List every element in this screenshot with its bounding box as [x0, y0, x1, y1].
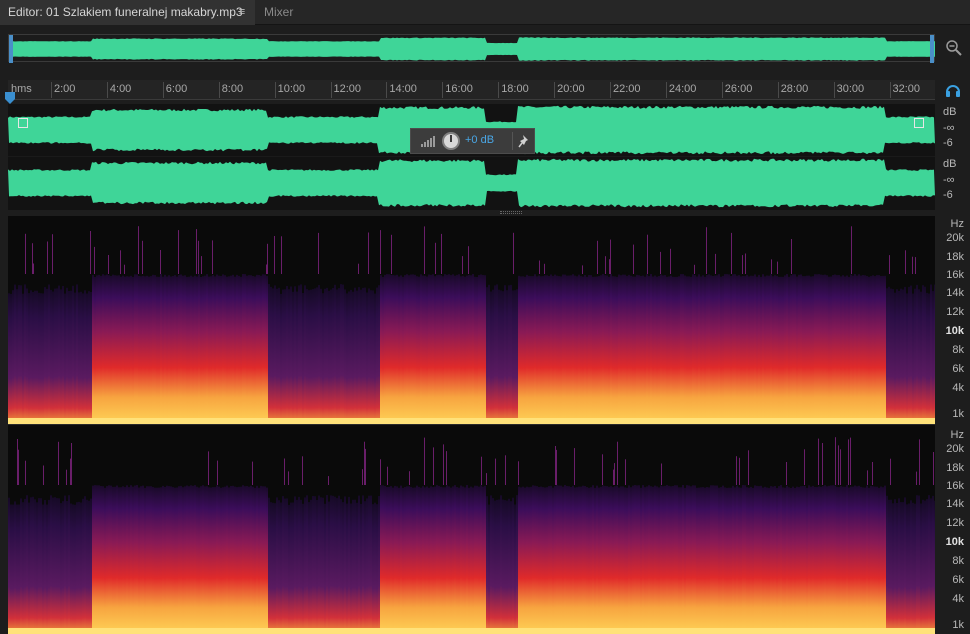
- waveform-graphic: [8, 105, 935, 208]
- hz-tick-label: 6k: [952, 363, 964, 375]
- gain-value[interactable]: +0 dB: [465, 134, 494, 146]
- hz-unit-label: Hz: [950, 218, 964, 230]
- ruler-tick-label: 18:00: [501, 83, 529, 95]
- hud-divider: [512, 132, 513, 150]
- hz-tick-label: 20k: [946, 232, 964, 244]
- ruler-tick-line: [610, 82, 611, 98]
- tab-bar: Editor: 01 Szlakiem funeralnej makabry.m…: [0, 0, 970, 25]
- hz-tick-label: 18k: [946, 462, 964, 474]
- ruler-tick-label: 12:00: [333, 83, 362, 95]
- pin-icon[interactable]: [518, 133, 532, 149]
- ruler-tick-line: [721, 82, 723, 98]
- ruler-tick-line: [274, 82, 276, 98]
- ruler-tick-label: 20:00: [557, 83, 585, 95]
- hz-scale-ch2: Hz 20k 18k 16k 14k 12k 10k 8k 6k 4k 1k: [937, 427, 970, 634]
- ruler-tick-label: 6:00: [165, 83, 188, 95]
- waveform-display[interactable]: [8, 104, 935, 210]
- hz-tick-label: 6k: [952, 574, 964, 586]
- volume-icon: [420, 134, 436, 148]
- panel-menu-icon[interactable]: ≡: [235, 0, 249, 25]
- ruler-tick-line: [162, 82, 164, 98]
- db-scale-ch1: dB -∞ -6: [937, 104, 970, 156]
- fade-in-handle[interactable]: [18, 118, 28, 128]
- hz-tick-label: 4k: [952, 382, 964, 394]
- ruler-tick-label: 16:00: [445, 83, 473, 95]
- hz-tick-label: 14k: [946, 498, 964, 510]
- time-ruler[interactable]: hms 2:00 4:00 6:00 8:00 10:00 12:00 14:00 16:00…: [8, 80, 935, 100]
- overview-waveform-graphic: [9, 35, 935, 63]
- hz-tick-label: 12k: [946, 517, 964, 529]
- hz-tick-label: 8k: [952, 344, 964, 356]
- ruler-tick-line: [330, 82, 332, 98]
- hz-tick-label: 16k: [946, 480, 964, 492]
- db-tick-label: -6: [943, 189, 953, 201]
- ruler-tick-label: 26:00: [724, 83, 753, 95]
- ruler-tick-line: [833, 82, 835, 98]
- ruler-tick-line: [218, 82, 220, 98]
- ruler-tick-label: 14:00: [389, 83, 417, 95]
- db-unit-label: dB: [943, 158, 957, 170]
- hz-tick-label: 10k: [945, 325, 964, 337]
- panel-resize-handle[interactable]: [500, 211, 522, 214]
- ruler-tick-line: [386, 82, 388, 98]
- spectrogram-channel-1[interactable]: [8, 216, 935, 424]
- ruler-tick-label: 2:00: [54, 83, 76, 95]
- hz-tick-label: 10k: [945, 536, 964, 548]
- tab-mixer[interactable]: Mixer: [256, 0, 316, 25]
- gain-knob[interactable]: [442, 132, 460, 150]
- hz-scale-ch1: Hz 20k 18k 16k 14k 12k 10k 8k 6k 4k 1k: [937, 216, 970, 424]
- hz-tick-label: 20k: [946, 443, 964, 455]
- ruler-tick-label: 10:00: [277, 83, 306, 95]
- ruler-tick-line: [665, 82, 667, 98]
- fade-out-handle[interactable]: [914, 118, 924, 128]
- spectrogram-graphic: [8, 226, 935, 424]
- ruler-tick-line: [498, 82, 500, 98]
- playhead-icon[interactable]: [5, 91, 15, 104]
- ruler-tick-line: [554, 82, 556, 98]
- ruler-tick-line: [51, 82, 52, 98]
- ruler-tick-label: 8:00: [221, 83, 244, 95]
- spectrogram-graphic: [8, 437, 935, 634]
- hz-tick-label: 14k: [946, 287, 964, 299]
- tab-editor[interactable]: Editor: 01 Szlakiem funeralnej makabry.m…: [0, 0, 255, 25]
- hz-tick-label: 16k: [946, 269, 964, 281]
- ruler-tick-line: [889, 82, 891, 98]
- hz-tick-label: 8k: [952, 555, 964, 567]
- ruler-tick-label: 28:00: [780, 83, 809, 95]
- ruler-tick-line: [442, 82, 444, 98]
- ruler-tick-label: 22:00: [613, 83, 641, 95]
- ruler-tick-label: 4:00: [109, 83, 132, 95]
- hz-unit-label: Hz: [950, 429, 964, 441]
- volume-hud[interactable]: +0 dB: [410, 128, 535, 154]
- db-tick-label: -∞: [943, 122, 955, 134]
- hz-tick-label: 12k: [946, 306, 964, 318]
- hz-tick-label: 1k: [952, 408, 964, 420]
- headphone-icon[interactable]: [944, 82, 962, 98]
- overview-waveform[interactable]: [8, 34, 935, 63]
- spectrogram-channel-2[interactable]: [8, 427, 935, 634]
- ruler-tick-label: 32:00: [892, 83, 921, 95]
- hz-tick-label: 18k: [946, 251, 964, 263]
- db-unit-label: dB: [943, 106, 957, 118]
- db-tick-label: -6: [943, 137, 953, 149]
- db-tick-label: -∞: [943, 174, 955, 186]
- db-scale-ch2: dB -∞ -6: [937, 156, 970, 208]
- hz-tick-label: 4k: [952, 593, 964, 605]
- ruler-tick-line: [106, 82, 108, 98]
- ruler-tick-label: 24:00: [668, 83, 697, 95]
- ruler-tick-label: 30:00: [836, 83, 865, 95]
- zoom-out-icon[interactable]: [944, 38, 964, 58]
- hz-tick-label: 1k: [952, 619, 964, 631]
- ruler-tick-line: [777, 82, 779, 98]
